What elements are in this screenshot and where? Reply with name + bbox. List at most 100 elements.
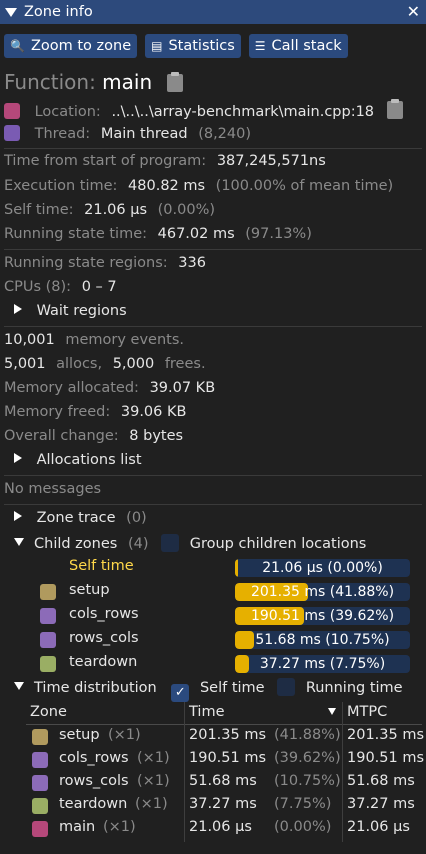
wait-regions-label: Wait regions <box>36 303 127 319</box>
zone-trace-label: Zone trace <box>36 510 116 526</box>
window-title: Zone info <box>24 4 93 20</box>
frees-value: 5,000 <box>112 356 155 372</box>
copy-function-icon[interactable] <box>166 72 183 92</box>
child-zone-progress-text: 37.27 ms (7.75%) <box>259 656 386 672</box>
child-zone-color-swatch <box>40 584 56 600</box>
divider <box>4 249 422 250</box>
column-header-time[interactable]: Time <box>185 702 342 725</box>
expand-arrow-icon <box>14 304 22 314</box>
close-icon[interactable]: ✕ <box>407 2 420 21</box>
zone-name-cell: rows_cols <box>59 773 129 789</box>
running-time-option-label: Running time <box>305 680 403 696</box>
wait-regions-toggle[interactable]: Wait regions <box>14 303 127 319</box>
location-label: Location: <box>34 104 101 120</box>
column-header-zone-label: Zone <box>30 704 67 720</box>
memory-freed-row: Memory freed: 39.06 KB <box>4 404 186 420</box>
divider <box>4 148 422 149</box>
time-from-start-row: Time from start of program: 387,245,571n… <box>4 153 326 169</box>
collapse-triangle-icon[interactable] <box>5 7 17 17</box>
self-time-option-label: Self time <box>199 680 265 696</box>
zoom-to-zone-button[interactable]: 🔍 Zoom to zone <box>4 34 138 58</box>
child-zones-toggle[interactable]: Child zones <box>14 536 117 552</box>
running-regions-row: Running state regions: 336 <box>4 255 206 271</box>
child-zone-name: teardown <box>69 654 138 670</box>
function-label: Function: <box>4 70 96 94</box>
self-time-value: 21.06 µs <box>84 202 148 218</box>
function-name: main <box>102 70 153 94</box>
execution-time-label: Execution time: <box>4 178 118 194</box>
collapse-arrow-icon <box>14 682 24 690</box>
expand-arrow-icon <box>14 511 22 521</box>
child-zone-color-swatch <box>40 632 56 648</box>
time-distribution-label: Time distribution <box>34 680 157 696</box>
location-value: ..\..\..\array-benchmark\main.cpp:18 <box>111 104 375 120</box>
mtpc-cell: 21.06 µs <box>347 819 410 835</box>
group-children-label: Group children locations <box>189 536 367 552</box>
thread-name: Main thread <box>100 126 188 142</box>
zone-name-cell: setup <box>59 727 100 743</box>
running-state-time-pct: (97.13%) <box>245 226 312 242</box>
thread-color-swatch <box>4 125 20 141</box>
group-children-checkbox[interactable] <box>161 534 180 552</box>
call-stack-label: Call stack <box>271 38 342 54</box>
sort-descending-icon <box>328 708 336 715</box>
time-distribution-toggle[interactable]: Time distribution <box>14 680 157 696</box>
execution-time-row: Execution time: 480.82 ms (100.00% of me… <box>4 178 393 194</box>
running-state-time-value: 467.02 ms <box>157 226 235 242</box>
mtpc-cell: 37.27 ms <box>347 796 415 812</box>
column-header-zone[interactable]: Zone <box>26 702 184 725</box>
time-pct-cell: (7.75%) <box>274 796 332 812</box>
column-header-mtpc[interactable]: MTPC <box>343 702 422 725</box>
child-zone-name: rows_cols <box>69 630 139 646</box>
call-stack-button[interactable]: ☰ Call stack <box>248 34 348 58</box>
cpus-value: 0 – 7 <box>81 279 117 295</box>
no-messages-text: No messages <box>4 481 102 497</box>
zoom-to-zone-label: Zoom to zone <box>30 38 132 54</box>
time-pct-cell: (10.75%) <box>274 773 341 789</box>
zone-name-cell: cols_rows <box>59 750 129 766</box>
running-regions-value: 336 <box>178 255 206 271</box>
allocations-list-toggle[interactable]: Allocations list <box>14 452 142 468</box>
collapse-arrow-icon <box>14 538 24 546</box>
overall-change-row: Overall change: 8 bytes <box>4 428 183 444</box>
running-state-time-label: Running state time: <box>4 226 148 242</box>
overall-change-value: 8 bytes <box>129 428 184 444</box>
zone-color-swatch <box>32 821 48 837</box>
child-zone-color-swatch <box>40 608 56 624</box>
column-divider <box>184 702 185 842</box>
divider <box>4 504 422 505</box>
allocs-value: 5,001 <box>4 356 46 372</box>
running-time-checkbox[interactable] <box>277 678 296 696</box>
execution-time-value: 480.82 ms <box>128 178 206 194</box>
child-zone-progress-bar: 201.35 ms (41.88%) <box>235 583 410 601</box>
window-titlebar[interactable]: Zone info ✕ <box>0 0 426 24</box>
allocs-frees-row: 5,001 allocs, 5,000 frees. <box>4 356 206 372</box>
statistics-button[interactable]: ▤ Statistics <box>145 34 241 58</box>
statistics-label: Statistics <box>168 38 235 54</box>
mtpc-cell: 51.68 ms <box>347 773 415 789</box>
zone-count-cell: (×1) <box>108 727 141 743</box>
child-zone-progress-bar: 51.68 ms (10.75%) <box>235 631 410 649</box>
self-time-checkbox[interactable]: ✓ <box>171 684 190 702</box>
zone-trace-toggle[interactable]: Zone trace (0) <box>14 510 147 526</box>
memory-events-row: 10,001 memory events. <box>4 332 184 348</box>
expand-arrow-icon <box>14 453 22 463</box>
zone-count-cell: (×1) <box>137 750 170 766</box>
memory-allocated-label: Memory allocated: <box>4 380 139 396</box>
zone-color-swatch <box>32 752 48 768</box>
time-from-start-value: 387,245,571ns <box>216 153 326 169</box>
mtpc-cell: 190.51 ms <box>347 750 425 766</box>
copy-location-icon[interactable] <box>386 99 403 119</box>
list-icon: ☰ <box>254 39 266 53</box>
zone-count-cell: (×1) <box>137 773 170 789</box>
child-zone-name: Self time <box>69 558 134 574</box>
time-cell: 51.68 ms <box>189 773 257 789</box>
allocs-label: allocs, <box>56 356 103 372</box>
time-cell: 37.27 ms <box>189 796 257 812</box>
time-pct-cell: (41.88%) <box>274 727 341 743</box>
memory-events-value: 10,001 <box>4 332 55 348</box>
time-cell: 21.06 µs <box>189 819 252 835</box>
allocations-list-label: Allocations list <box>36 452 142 468</box>
time-distribution-header: Time distribution ✓ Self time Running ti… <box>14 678 403 702</box>
thread-label: Thread: <box>34 126 91 142</box>
